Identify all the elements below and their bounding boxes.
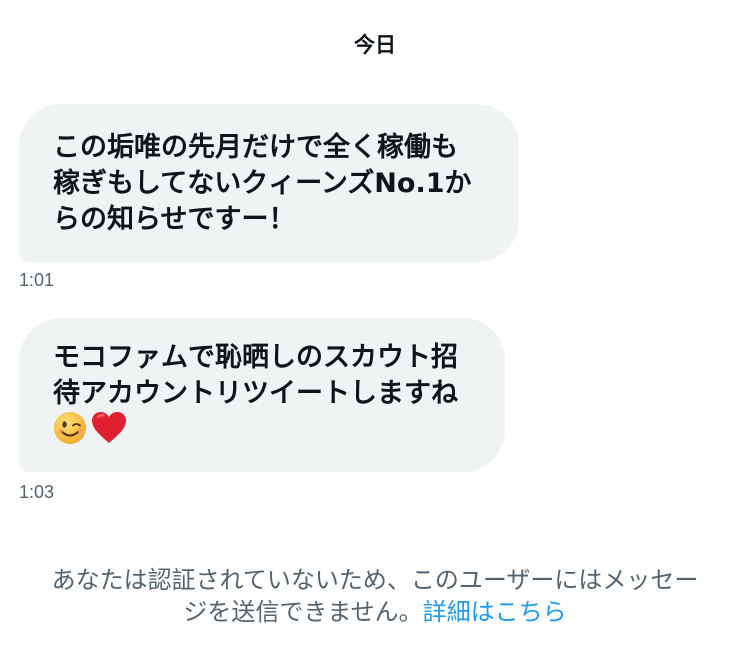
message-timestamp: 1:03 — [19, 482, 55, 502]
date-header: 今日 — [354, 33, 396, 57]
notice-line: あなたは認証されていないため、このユーザーにはメッセー — [51, 566, 699, 594]
message-bubble[interactable]: モコファムで恥晒しのスカウト招 待アカウントリツイートしますね — [19, 318, 505, 472]
message-text-line: モコファムで恥晒しのスカウト招 — [53, 342, 458, 373]
message-item[interactable]: この垢唯の先月だけで全く稼働も 稼ぎもしてないクィーンズNo.1か らの知らせで… — [19, 104, 519, 262]
learn-more-link[interactable]: 詳細はこちら — [423, 598, 567, 626]
message-timestamp: 1:01 — [19, 270, 55, 290]
winking-face-icon — [53, 411, 87, 455]
message-text-line: 稼ぎもしてないクィーンズNo.1か — [53, 168, 472, 199]
message-text-line: この垢唯の先月だけで全く稼働も — [53, 132, 458, 163]
notice-text: ジを送信できません。 — [183, 598, 423, 626]
message-text-line: らの知らせですー！ — [53, 204, 296, 235]
red-heart-icon — [91, 411, 127, 455]
notice-line: ジを送信できません。詳細はこちら — [0, 596, 750, 628]
emoji-row — [53, 411, 471, 455]
message-item[interactable]: モコファムで恥晒しのスカウト招 待アカウントリツイートしますね — [19, 318, 505, 472]
message-bubble[interactable]: この垢唯の先月だけで全く稼働も 稼ぎもしてないクィーンズNo.1か らの知らせで… — [19, 104, 519, 262]
cannot-message-notice: あなたは認証されていないため、このユーザーにはメッセー ジを送信できません。詳細… — [0, 564, 750, 628]
message-text-line: 待アカウントリツイートしますね — [53, 378, 458, 409]
